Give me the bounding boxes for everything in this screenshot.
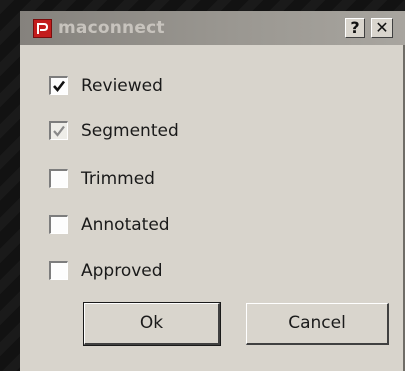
checkbox-reviewed[interactable] xyxy=(49,76,68,95)
close-button[interactable]: ✕ xyxy=(371,18,393,38)
cancel-button[interactable]: Cancel xyxy=(246,303,389,345)
checkbox-approved[interactable] xyxy=(49,261,68,280)
checkbox-label-annotated: Annotated xyxy=(81,215,170,235)
checkbox-label-segmented: Segmented xyxy=(81,121,179,141)
checkmark-icon xyxy=(53,125,65,137)
checkbox-label-trimmed: Trimmed xyxy=(81,169,155,189)
window-title: maconnect xyxy=(58,18,165,38)
checkbox-label-reviewed: Reviewed xyxy=(81,76,163,96)
checkbox-segmented[interactable] xyxy=(49,121,68,140)
checkbox-trimmed[interactable] xyxy=(49,169,68,188)
help-button[interactable]: ? xyxy=(345,18,365,38)
ok-button[interactable]: Ok xyxy=(83,302,221,346)
checkbox-label-approved: Approved xyxy=(81,261,163,281)
checkbox-annotated[interactable] xyxy=(49,215,68,234)
maconnect-dialog: maconnect ? ✕ Reviewed Segmented Trimmed… xyxy=(20,11,405,371)
title-bar[interactable]: maconnect ? ✕ xyxy=(20,11,405,45)
checkmark-icon xyxy=(53,80,66,93)
app-icon xyxy=(33,19,52,38)
